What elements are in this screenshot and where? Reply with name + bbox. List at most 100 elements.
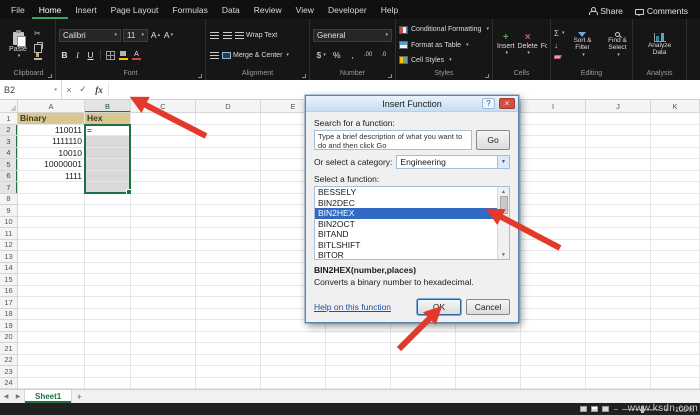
cell-J24[interactable] (586, 377, 651, 389)
cell-I7[interactable] (521, 182, 586, 194)
clipboard-dialog-launcher-icon[interactable] (48, 74, 52, 78)
cell-A12[interactable] (18, 239, 85, 251)
conditional-formatting-button[interactable]: Conditional Formatting ▾ (399, 23, 489, 36)
tab-home[interactable]: Home (31, 2, 69, 19)
cell-I17[interactable] (521, 297, 586, 309)
ok-button[interactable]: OK (417, 299, 461, 315)
cell-D20[interactable] (196, 331, 261, 343)
cell-A11[interactable] (18, 228, 85, 240)
cell-I4[interactable] (521, 147, 586, 159)
cell-G24[interactable] (391, 377, 456, 389)
cell-D12[interactable] (196, 239, 261, 251)
tab-formulas[interactable]: Formulas (165, 2, 214, 19)
styles-dialog-launcher-icon[interactable] (485, 74, 489, 78)
format-as-table-button[interactable]: Format as Table ▾ (399, 39, 489, 52)
tab-view[interactable]: View (289, 2, 321, 19)
cell-J16[interactable] (586, 285, 651, 297)
cell-D3[interactable] (196, 136, 261, 148)
cell-B6[interactable] (85, 170, 131, 182)
cell-A10[interactable] (18, 216, 85, 228)
cell-K3[interactable] (651, 136, 700, 148)
cell-I21[interactable] (521, 343, 586, 355)
accounting-format-button[interactable]: $ ▾ (316, 49, 327, 61)
number-format-select[interactable]: General ▾ (313, 28, 392, 42)
cell-B3[interactable] (85, 136, 131, 148)
number-dialog-launcher-icon[interactable] (388, 74, 392, 78)
formula-cancel-button[interactable]: × (62, 80, 76, 99)
cell-K24[interactable] (651, 377, 700, 389)
tab-insert[interactable]: Insert (68, 2, 103, 19)
function-item-bitor[interactable]: BITOR (315, 250, 497, 259)
cell-C18[interactable] (131, 308, 196, 320)
cell-C15[interactable] (131, 274, 196, 286)
cell-I10[interactable] (521, 216, 586, 228)
cell-B21[interactable] (85, 343, 131, 355)
percent-style-button[interactable]: % (331, 49, 342, 61)
font-size-select[interactable]: 11 ▾ (123, 28, 148, 42)
zoom-out-button[interactable]: − (613, 405, 618, 414)
cell-E23[interactable] (261, 366, 326, 378)
column-header-D[interactable]: D (196, 100, 261, 113)
cell-C6[interactable] (131, 170, 196, 182)
cell-J14[interactable] (586, 262, 651, 274)
font-color-button[interactable]: A (131, 49, 142, 61)
cell-D19[interactable] (196, 320, 261, 332)
paste-button[interactable]: Paste ▾ (5, 29, 31, 59)
cell-J20[interactable] (586, 331, 651, 343)
name-box-dropdown-icon[interactable]: ▾ (54, 87, 57, 93)
cell-D21[interactable] (196, 343, 261, 355)
find-select-button[interactable]: Find & Select ▾ (600, 21, 629, 69)
zoom-in-button[interactable]: + (664, 405, 669, 414)
cell-D6[interactable] (196, 170, 261, 182)
cell-C24[interactable] (131, 377, 196, 389)
cell-I2[interactable] (521, 124, 586, 136)
alignment-dialog-launcher-icon[interactable] (302, 74, 306, 78)
cell-A2[interactable]: 110011 (18, 124, 85, 136)
cell-B4[interactable] (85, 147, 131, 159)
cell-I15[interactable] (521, 274, 586, 286)
cell-D16[interactable] (196, 285, 261, 297)
column-header-C[interactable]: C (131, 100, 196, 113)
scroll-thumb[interactable] (499, 196, 508, 214)
row-header-21[interactable]: 21 (0, 343, 18, 355)
cell-B15[interactable] (85, 274, 131, 286)
cell-J23[interactable] (586, 366, 651, 378)
cell-J15[interactable] (586, 274, 651, 286)
go-button[interactable]: Go (476, 130, 510, 150)
cell-B7[interactable] (85, 182, 131, 194)
function-item-bin2oct[interactable]: BIN2OCT (315, 219, 497, 230)
zoom-slider[interactable] (622, 405, 661, 413)
tab-review[interactable]: Review (247, 2, 289, 19)
cell-D8[interactable] (196, 193, 261, 205)
cell-A16[interactable] (18, 285, 85, 297)
page-layout-view-icon[interactable] (591, 406, 599, 412)
cell-B14[interactable] (85, 262, 131, 274)
cell-B17[interactable] (85, 297, 131, 309)
cell-C13[interactable] (131, 251, 196, 263)
format-cells-button[interactable]: Format▾ (540, 21, 547, 69)
new-sheet-button[interactable]: + (72, 390, 86, 403)
cell-K11[interactable] (651, 228, 700, 240)
row-header-2[interactable]: 2 (0, 124, 18, 136)
cell-I16[interactable] (521, 285, 586, 297)
cell-K17[interactable] (651, 297, 700, 309)
cell-B10[interactable] (85, 216, 131, 228)
cell-styles-button[interactable]: Cell Styles ▾ (399, 54, 489, 67)
cell-C12[interactable] (131, 239, 196, 251)
column-header-A[interactable]: A (18, 100, 85, 113)
cell-A13[interactable] (18, 251, 85, 263)
cell-J21[interactable] (586, 343, 651, 355)
row-header-17[interactable]: 17 (0, 297, 18, 309)
cell-F22[interactable] (326, 354, 391, 366)
cell-C4[interactable] (131, 147, 196, 159)
cell-J5[interactable] (586, 159, 651, 171)
cell-I23[interactable] (521, 366, 586, 378)
cell-B19[interactable] (85, 320, 131, 332)
cell-A15[interactable] (18, 274, 85, 286)
row-header-22[interactable]: 22 (0, 354, 18, 366)
cell-K5[interactable] (651, 159, 700, 171)
cell-D17[interactable] (196, 297, 261, 309)
column-header-K[interactable]: K (651, 100, 700, 113)
cell-A9[interactable] (18, 205, 85, 217)
cell-D11[interactable] (196, 228, 261, 240)
